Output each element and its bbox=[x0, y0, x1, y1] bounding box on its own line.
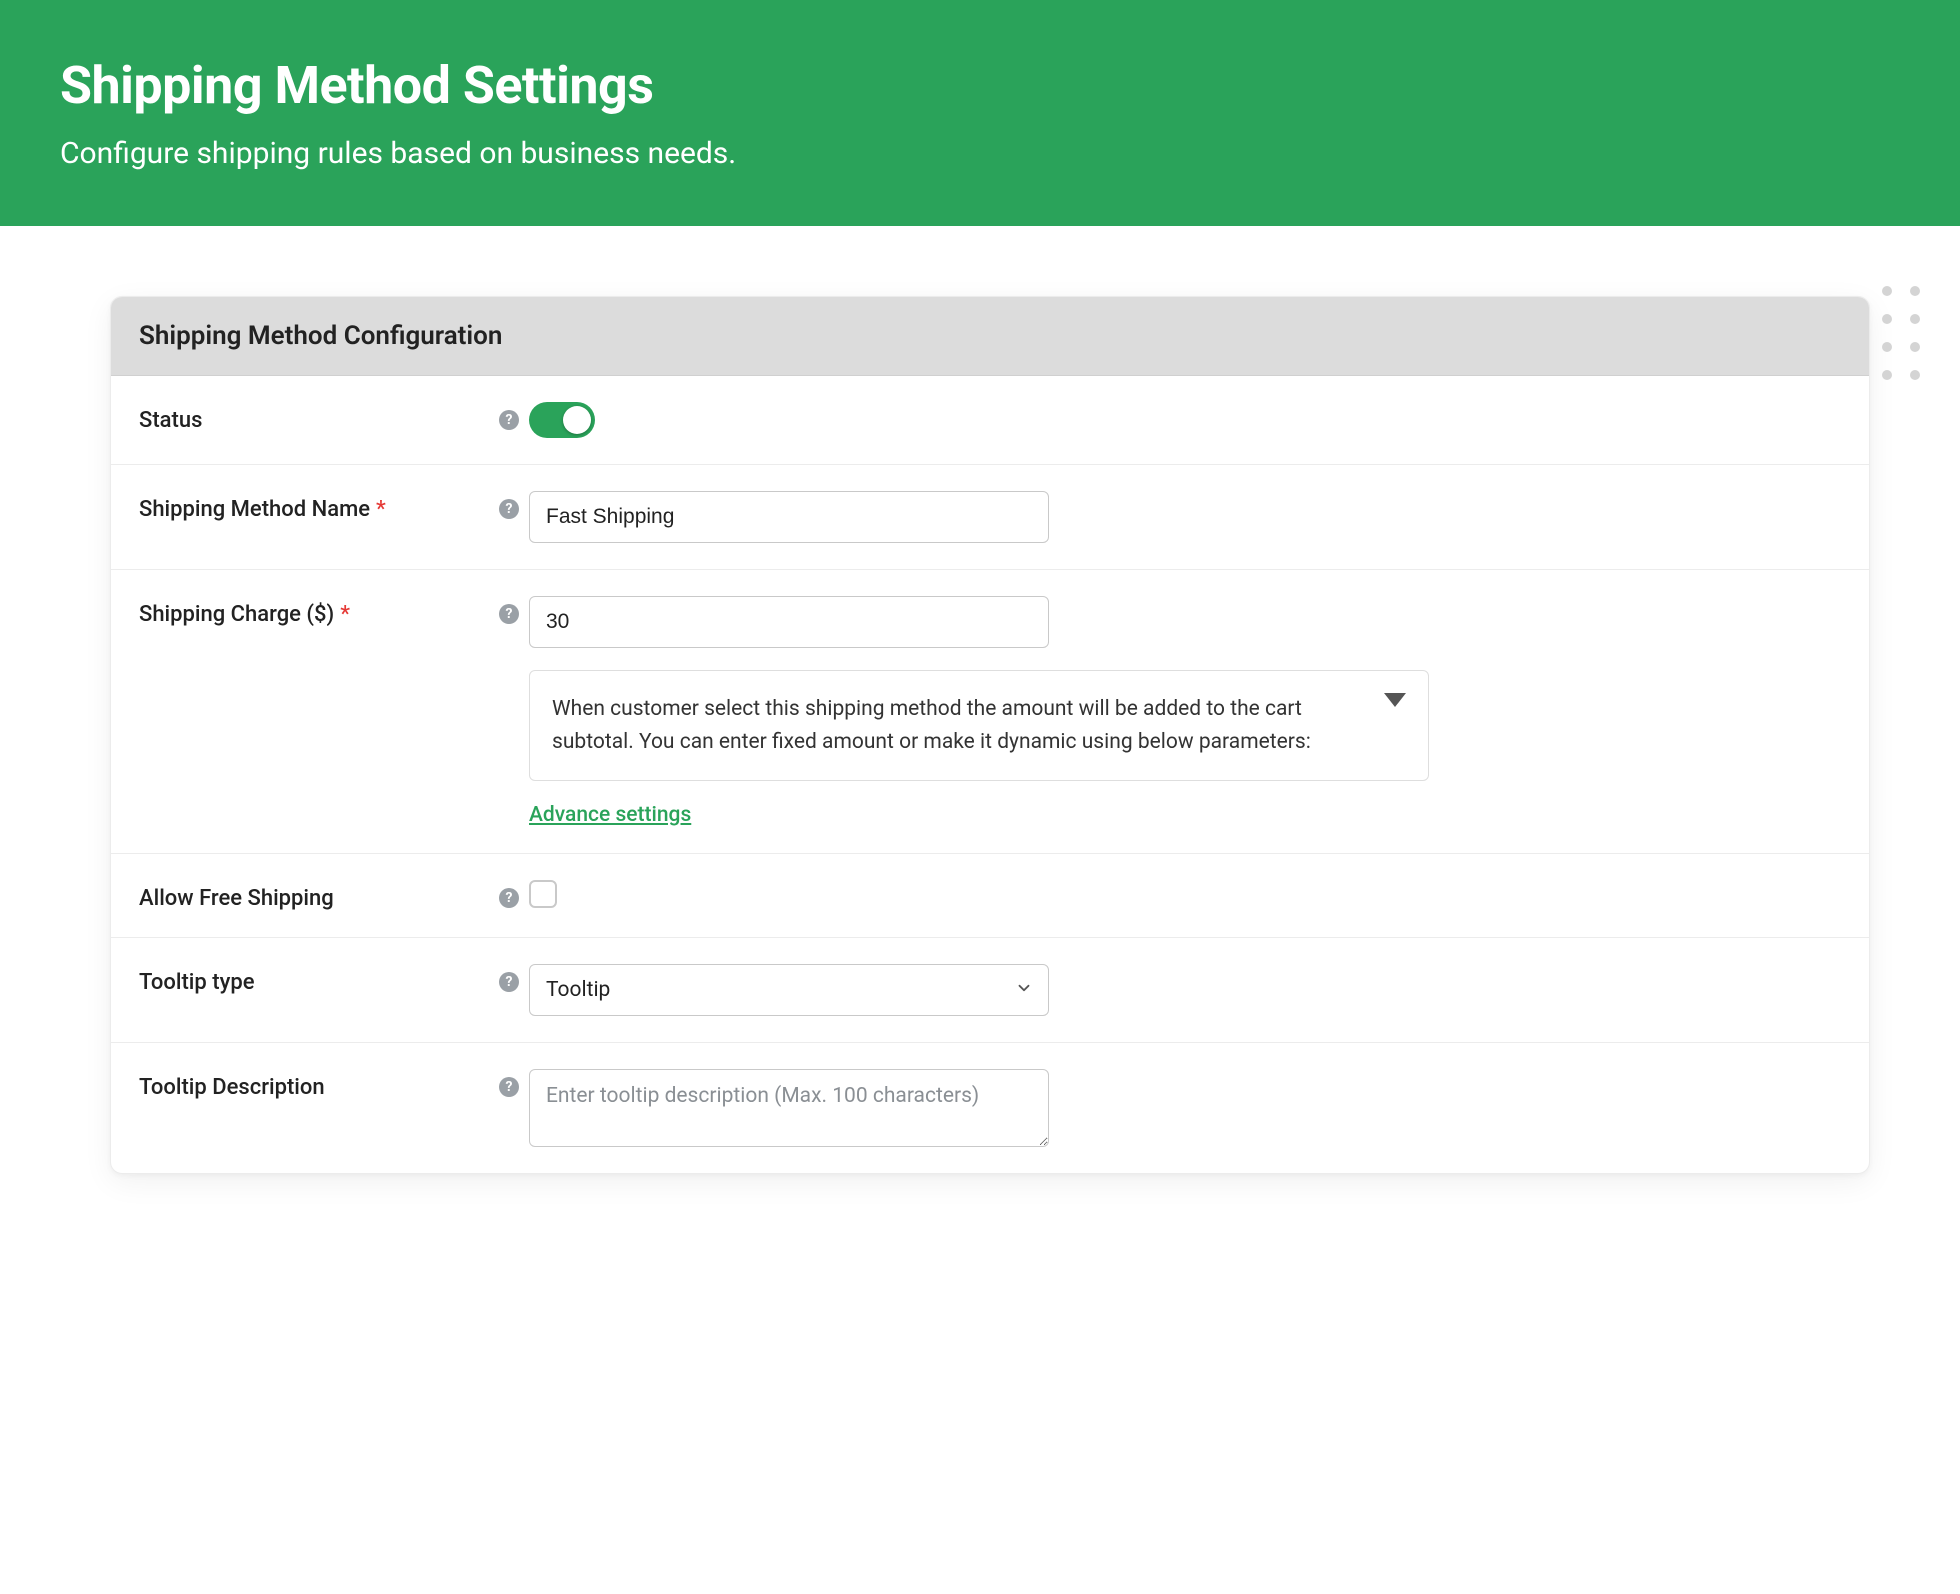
row-tooltip-description: Tooltip Description ? bbox=[111, 1043, 1869, 1173]
page-header: Shipping Method Settings Configure shipp… bbox=[0, 0, 1960, 226]
label-tooltip-description: Tooltip Description bbox=[139, 1069, 489, 1100]
tooltip-type-selected: Tooltip bbox=[546, 978, 610, 1002]
charge-info-text: When customer select this shipping metho… bbox=[552, 697, 1311, 754]
row-status: Status ? bbox=[111, 376, 1869, 465]
label-shipping-name: Shipping Method Name * bbox=[139, 491, 489, 522]
help-icon[interactable]: ? bbox=[499, 888, 519, 908]
row-shipping-charge: Shipping Charge ($) * ? When customer se… bbox=[111, 570, 1869, 854]
label-tooltip-type-text: Tooltip type bbox=[139, 970, 255, 995]
label-shipping-charge: Shipping Charge ($) * bbox=[139, 596, 489, 627]
label-shipping-charge-text: Shipping Charge ($) bbox=[139, 602, 334, 627]
row-free-shipping: Allow Free Shipping ? bbox=[111, 854, 1869, 938]
shipping-charge-input[interactable] bbox=[529, 596, 1049, 648]
decorative-dots bbox=[1882, 286, 1920, 380]
label-tooltip-description-text: Tooltip Description bbox=[139, 1075, 325, 1100]
page-subtitle: Configure shipping rules based on busine… bbox=[60, 136, 1900, 171]
help-icon[interactable]: ? bbox=[499, 410, 519, 430]
help-icon[interactable]: ? bbox=[499, 499, 519, 519]
label-status-text: Status bbox=[139, 408, 202, 433]
help-icon[interactable]: ? bbox=[499, 604, 519, 624]
tooltip-type-select[interactable]: Tooltip bbox=[529, 964, 1049, 1016]
required-asterisk: * bbox=[340, 602, 350, 627]
label-tooltip-type: Tooltip type bbox=[139, 964, 489, 995]
row-tooltip-type: Tooltip type ? Tooltip bbox=[111, 938, 1869, 1043]
label-free-shipping-text: Allow Free Shipping bbox=[139, 886, 334, 911]
shipping-name-input[interactable] bbox=[529, 491, 1049, 543]
collapse-caret-icon[interactable] bbox=[1384, 693, 1406, 707]
status-toggle[interactable] bbox=[529, 402, 595, 438]
help-icon[interactable]: ? bbox=[499, 1077, 519, 1097]
charge-info-box: When customer select this shipping metho… bbox=[529, 670, 1429, 781]
row-shipping-name: Shipping Method Name * ? bbox=[111, 465, 1869, 570]
required-asterisk: * bbox=[376, 497, 386, 522]
tooltip-description-input[interactable] bbox=[529, 1069, 1049, 1147]
help-icon[interactable]: ? bbox=[499, 972, 519, 992]
toggle-knob bbox=[563, 406, 591, 434]
advance-settings-link[interactable]: Advance settings bbox=[529, 803, 691, 827]
free-shipping-checkbox[interactable] bbox=[529, 880, 557, 908]
label-shipping-name-text: Shipping Method Name bbox=[139, 497, 370, 522]
settings-card: Shipping Method Configuration Status ? S… bbox=[110, 296, 1870, 1174]
card-title: Shipping Method Configuration bbox=[111, 297, 1869, 376]
page-title: Shipping Method Settings bbox=[60, 55, 1900, 116]
label-free-shipping: Allow Free Shipping bbox=[139, 880, 489, 911]
label-status: Status bbox=[139, 402, 489, 433]
